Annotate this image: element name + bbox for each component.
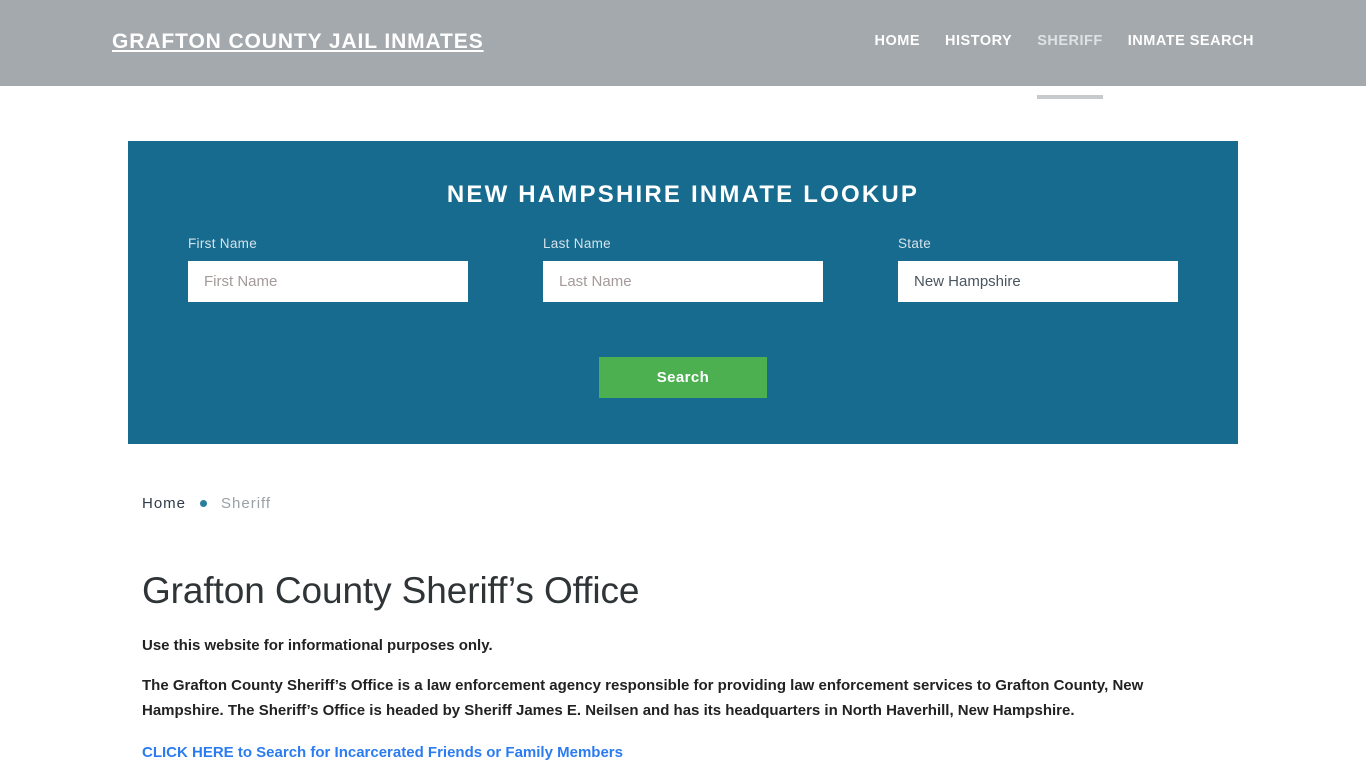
site-brand-logo[interactable]: Grafton County Jail Inmates <box>112 30 484 54</box>
breadcrumb-separator-dot-icon <box>200 500 208 507</box>
breadcrumb-item-current: Sheriff <box>221 495 272 512</box>
nav-item-sheriff[interactable]: SHERIFF <box>1037 33 1103 99</box>
state-input[interactable] <box>898 261 1178 302</box>
nav-item-inmate-search[interactable]: INMATE SEARCH <box>1128 33 1254 53</box>
breadcrumb: Home Sheriff <box>142 495 1232 512</box>
disclaimer-text: Use this website for informational purpo… <box>142 636 493 654</box>
page-content: Home Sheriff Grafton County Sheriff’s Of… <box>142 495 1232 762</box>
state-label: State <box>898 236 932 251</box>
nav-item-history[interactable]: HISTORY <box>945 33 1012 53</box>
last-name-field-group: Last Name <box>543 236 823 302</box>
last-name-input[interactable] <box>543 261 823 302</box>
inmate-search-cta-link[interactable]: CLICK HERE to Search for Incarcerated Fr… <box>142 744 623 761</box>
last-name-label: Last Name <box>543 236 611 251</box>
first-name-field-group: First Name <box>188 236 468 302</box>
search-button[interactable]: Search <box>599 357 767 398</box>
breadcrumb-item-home[interactable]: Home <box>142 495 186 512</box>
page-title: Grafton County Sheriff’s Office <box>142 570 640 611</box>
main-navigation: HOME HISTORY SHERIFF INMATE SEARCH <box>875 33 1254 99</box>
first-name-label: First Name <box>188 236 258 251</box>
site-header: Grafton County Jail Inmates HOME HISTORY… <box>0 0 1366 99</box>
inmate-lookup-panel: NEW HAMPSHIRE INMATE LOOKUP First Name L… <box>128 141 1238 444</box>
state-field-group: State <box>898 236 1178 302</box>
description-paragraph: The Grafton County Sheriff’s Office is a… <box>142 677 1144 719</box>
first-name-input[interactable] <box>188 261 468 302</box>
lookup-panel-title: NEW HAMPSHIRE INMATE LOOKUP <box>446 181 920 208</box>
nav-item-home[interactable]: HOME <box>875 33 921 53</box>
